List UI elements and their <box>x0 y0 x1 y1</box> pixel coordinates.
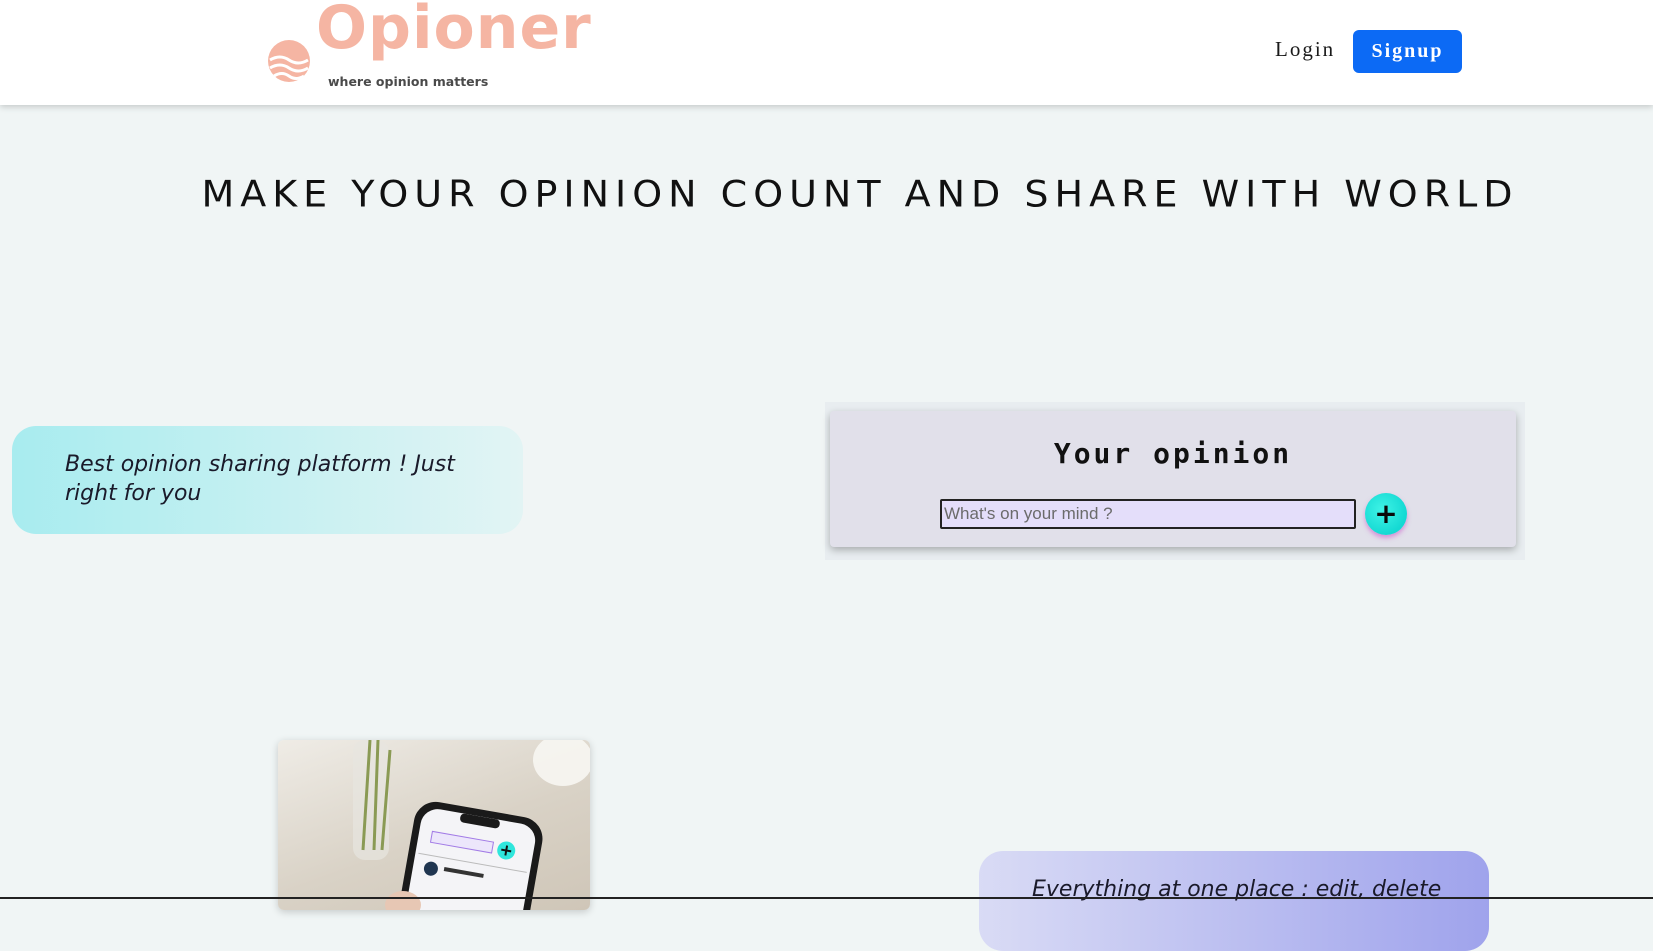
opinion-title: Your opinion <box>1053 437 1293 470</box>
phone-illustration <box>353 740 590 910</box>
feature-bubble-manage: Everything at one place : edit, delete <box>979 851 1489 951</box>
add-opinion-button[interactable]: + <box>1365 493 1407 535</box>
feature-text: Everything at one place : edit, delete <box>1032 877 1442 902</box>
opinion-input[interactable] <box>940 499 1356 529</box>
hero-headline: MAKE YOUR OPINION COUNT AND SHARE WITH W… <box>201 173 1519 215</box>
phone-preview-image <box>278 740 590 910</box>
navbar: Opioner where opinion matters Login Sign… <box>0 0 1653 105</box>
brand-tagline: where opinion matters <box>328 74 489 89</box>
feature-bubble-platform: Best opinion sharing platform ! Just rig… <box>12 426 523 534</box>
brand-logo[interactable]: Opioner where opinion matters <box>266 0 591 94</box>
feature-text: Best opinion sharing platform ! Just rig… <box>65 452 455 506</box>
signup-button[interactable]: Signup <box>1353 30 1462 73</box>
brand-name: Opioner <box>316 0 592 63</box>
logo-icon <box>268 40 310 82</box>
opinion-card: Your opinion + <box>830 411 1516 547</box>
opinion-section: Your opinion + <box>825 402 1525 560</box>
login-link[interactable]: Login <box>1275 37 1335 62</box>
